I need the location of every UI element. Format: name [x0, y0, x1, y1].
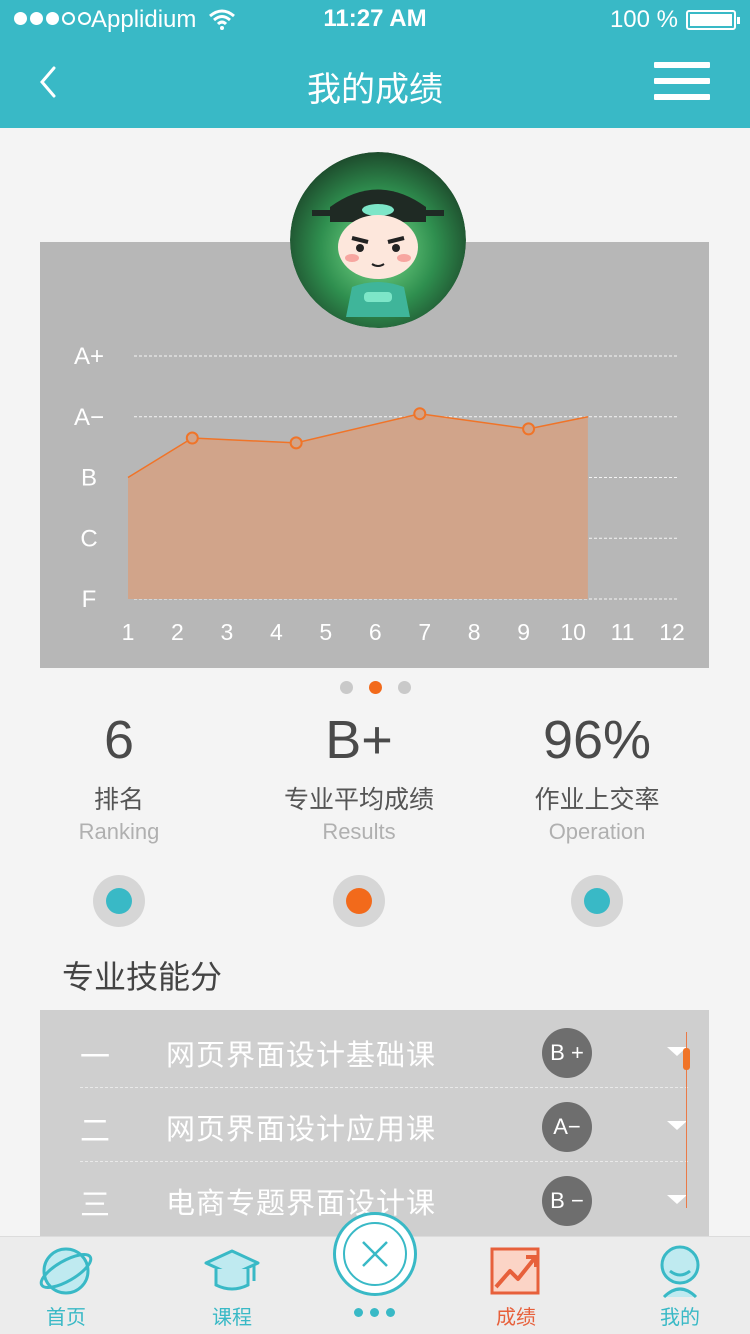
y-tick-label: F	[82, 586, 97, 613]
status-bar: Applidium 11:27 AM 100 %	[0, 0, 750, 40]
x-tick-label: 5	[319, 619, 332, 645]
data-point	[522, 422, 536, 436]
trend-chart-icon	[490, 1247, 540, 1295]
x-tick-label: 6	[369, 619, 382, 645]
tab-label: 首页	[46, 1305, 86, 1329]
stat-value: 6	[103, 710, 135, 770]
tab-label: 我的	[660, 1305, 700, 1329]
stat-label-en: Operation	[548, 819, 646, 844]
tab-home[interactable]: 首页	[6, 1237, 126, 1334]
x-tick-label: 12	[659, 619, 685, 645]
chevron-down-icon[interactable]	[667, 1121, 687, 1130]
x-tick-label: 2	[171, 619, 184, 645]
skill-number: 二	[80, 1114, 110, 1149]
center-action-button[interactable]	[333, 1212, 417, 1296]
stat-results: B+ 专业平均成绩 Results	[234, 705, 484, 927]
chevron-down-icon[interactable]	[667, 1195, 687, 1204]
grade-badge: B +	[542, 1028, 592, 1078]
tab-profile[interactable]: 我的	[620, 1237, 740, 1334]
planet-icon	[39, 1247, 93, 1295]
stat-label-cn: 专业平均成绩	[283, 785, 434, 814]
x-tick-label: 3	[221, 619, 234, 645]
battery-percentage: 100 %	[609, 6, 678, 33]
page-dot-active[interactable]	[368, 681, 382, 694]
stat-label-en: Results	[322, 819, 396, 844]
tab-grades[interactable]: 成绩	[456, 1237, 576, 1334]
stat-indicator[interactable]	[93, 875, 145, 927]
skill-row[interactable]: 二 网页界面设计应用课 A−	[80, 1088, 688, 1162]
x-tick-label: 8	[468, 619, 481, 645]
stat-ranking: 6 排名 Ranking	[0, 705, 244, 927]
scrollbar-thumb[interactable]	[683, 1048, 690, 1070]
page-dot[interactable]	[397, 681, 411, 694]
stat-value: 96%	[542, 710, 652, 770]
tab-label: 课程	[212, 1305, 252, 1329]
stat-label-cn: 作业上交率	[534, 785, 660, 814]
stat-indicator[interactable]	[333, 875, 385, 927]
stat-label-cn: 排名	[93, 785, 144, 814]
tab-courses[interactable]: 课程	[172, 1237, 292, 1334]
stat-label-en: Ranking	[78, 819, 160, 844]
skill-name: 网页界面设计应用课	[166, 1112, 437, 1146]
grade-badge: A−	[542, 1102, 592, 1152]
stat-indicator[interactable]	[571, 875, 623, 927]
skill-number: 三	[80, 1188, 110, 1223]
stat-operation: 96% 作业上交率 Operation	[472, 705, 722, 927]
x-tick-label: 1	[122, 619, 135, 645]
graduation-cap-icon	[204, 1249, 260, 1291]
page-indicator[interactable]	[0, 681, 750, 694]
x-tick-label: 11	[611, 619, 635, 645]
data-point	[185, 431, 199, 445]
skills-section-title: 专业技能分	[62, 958, 223, 996]
x-tick-label: 7	[418, 619, 431, 645]
user-avatar-icon	[660, 1245, 700, 1299]
battery-icon	[686, 10, 740, 30]
skill-name: 网页界面设计基础课	[166, 1038, 437, 1072]
y-tick-label: B	[81, 465, 97, 492]
hamburger-menu-icon[interactable]	[654, 62, 710, 106]
skill-row[interactable]: 一 网页界面设计基础课 B +	[80, 1014, 688, 1088]
page-dot[interactable]	[339, 681, 353, 694]
avatar-image	[290, 152, 466, 328]
data-point	[413, 407, 427, 421]
nav-bar: 我的成绩	[0, 40, 750, 128]
skill-number: 一	[80, 1040, 110, 1075]
page-title: 我的成绩	[307, 70, 443, 110]
x-tick-label: 9	[517, 619, 530, 645]
skills-list: 一 网页界面设计基础课 B + 二 网页界面设计应用课 A− 三 电商专题界面设…	[40, 1010, 709, 1236]
close-icon	[343, 1222, 407, 1286]
data-point	[289, 436, 303, 450]
y-tick-label: A+	[74, 343, 104, 370]
x-tick-label: 10	[560, 619, 586, 645]
y-tick-label: C	[80, 525, 97, 552]
y-tick-label: A−	[74, 404, 104, 431]
grade-badge: B −	[542, 1176, 592, 1226]
avatar[interactable]	[290, 152, 466, 328]
tab-label: 成绩	[496, 1305, 536, 1329]
more-dots-icon[interactable]	[354, 1308, 395, 1317]
x-tick-label: 4	[270, 619, 283, 645]
stat-value: B+	[325, 710, 393, 770]
